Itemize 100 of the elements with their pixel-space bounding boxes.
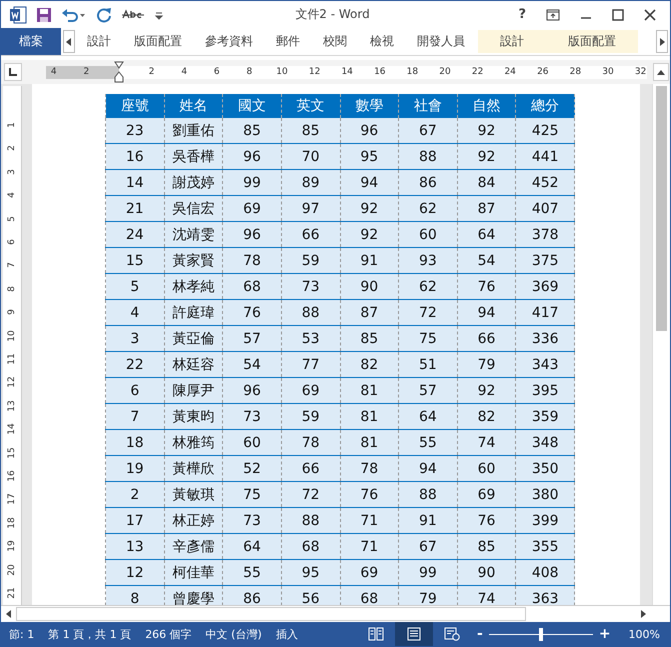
status-item[interactable]: 插入 [276,626,298,642]
ruler-number: 4 [7,191,17,200]
ruler-number: 18 [406,66,418,78]
ribbon-tab[interactable]: 設計 [87,28,111,55]
table-cell: 59 [281,404,340,430]
table-cell: 57 [398,378,458,404]
table-cell: 64 [398,404,458,430]
undo-icon[interactable] [61,6,87,22]
table-cell: 97 [281,196,340,222]
table-cell: 7 [106,404,164,430]
table-cell: 452 [516,170,574,196]
indent-marker-icon[interactable] [114,60,124,82]
maximize-icon[interactable] [612,8,624,20]
help-button[interactable]: ? [518,7,526,22]
redo-icon[interactable] [96,6,112,22]
zoom-in-button[interactable]: + [598,626,611,642]
scroll-up-button[interactable] [653,63,669,81]
ruler-number: 20 [7,562,17,577]
table-cell: 66 [281,222,340,248]
ribbon-tab[interactable]: 開發人員 [417,28,465,55]
table-cell: 60 [222,430,282,456]
table-cell: 70 [281,144,340,170]
status-item[interactable]: 中文 (台灣) [206,626,262,642]
up-arrow-icon [657,70,665,74]
table-cell: 73 [281,274,340,300]
scroll-left-button[interactable] [63,30,75,53]
table-cell: 95 [340,144,399,170]
status-item[interactable]: 節: 1 [9,626,34,642]
ruler-number: 4 [181,66,188,78]
ribbon-tab[interactable]: 參考資料 [205,28,253,55]
table-cell: 359 [516,404,574,430]
table-cell: 78 [222,248,282,274]
table-cell: 350 [516,456,574,482]
table-cell: 78 [340,456,399,482]
table-cell: 71 [340,534,399,560]
ruler-number: 6 [7,238,17,247]
customize-icon[interactable] [154,10,164,20]
vertical-scrollbar[interactable] [652,84,670,605]
table-cell: 54 [222,352,282,378]
ribbon-tab[interactable]: 郵件 [276,28,300,55]
tab-selector[interactable] [4,63,22,81]
scroll-right-button[interactable] [656,30,668,53]
ruler-number: 2 [84,66,90,78]
left-arrow-icon[interactable] [6,610,12,618]
table-cell: 90 [340,274,399,300]
table-cell: 93 [398,248,458,274]
ribbon-tab[interactable]: 版面配置 [134,28,182,55]
table-cell: 88 [398,144,458,170]
table-cell: 53 [281,326,340,352]
table-cell: 76 [457,508,516,534]
ruler-number: 16 [374,66,386,78]
ribbon-display-icon[interactable] [546,8,560,20]
table-cell: 82 [457,404,516,430]
table-cell: 18 [106,430,164,456]
zoom-level[interactable]: 100% [628,628,660,640]
save-icon[interactable] [36,6,52,22]
table-cell: 76 [340,482,399,508]
table-cell: 92 [340,196,399,222]
table-cell: 吳香樺 [164,144,223,170]
table-cell: 68 [340,586,399,605]
table-cell: 68 [222,274,282,300]
table-cell: 16 [106,144,164,170]
print-layout-button[interactable] [395,622,433,646]
vertical-ruler[interactable]: 1 2 3 4 5 6 7 8 9 10 11 12 13 14 15 16 17 18 19 20 21 [3,86,22,605]
ruler-number: 8 [246,66,252,78]
ribbon-tab[interactable]: 校閱 [323,28,347,55]
table-cell: 8 [106,586,164,605]
table-cell: 81 [340,378,399,404]
status-item[interactable]: 第 1 頁，共 1 頁 [48,626,132,642]
column-header: 英文 [281,94,340,118]
word-logo-icon[interactable] [9,6,27,24]
right-arrow-icon[interactable] [640,610,646,618]
horizontal-scrollbar[interactable] [1,605,670,622]
slider-thumb[interactable] [538,628,543,640]
ruler-number: 20 [439,66,451,78]
ruler-number: 21 [7,586,17,600]
table-cell: 林正婷 [164,508,223,534]
close-icon[interactable] [644,8,656,20]
file-tab[interactable]: 檔案 [1,28,61,55]
table-cell: 417 [516,300,574,326]
table-cell: 51 [398,352,458,378]
ribbon-tab[interactable]: 版面配置 [546,30,638,53]
status-item[interactable]: 266 個字 [145,626,192,642]
table-cell: 380 [516,482,574,508]
ruler-number: 9 [7,308,17,318]
ruler-number: 2 [148,66,154,78]
column-header: 國文 [222,94,282,118]
ruler-number: 10 [276,66,288,78]
ruler-number: 32 [634,66,646,78]
left-arrow-icon [66,38,72,46]
table-cell: 375 [516,248,574,274]
table-cell: 69 [340,560,399,586]
right-arrow-icon [659,38,665,46]
column-header: 座號 [106,94,164,118]
zoom-out-button[interactable]: - [477,626,483,642]
spelling-icon[interactable] [121,8,145,20]
ruler-number: 2 [7,144,17,154]
table-cell: 13 [106,534,164,560]
ribbon-tab[interactable]: 檢視 [370,28,394,55]
ribbon-tab[interactable]: 設計 [478,30,546,53]
